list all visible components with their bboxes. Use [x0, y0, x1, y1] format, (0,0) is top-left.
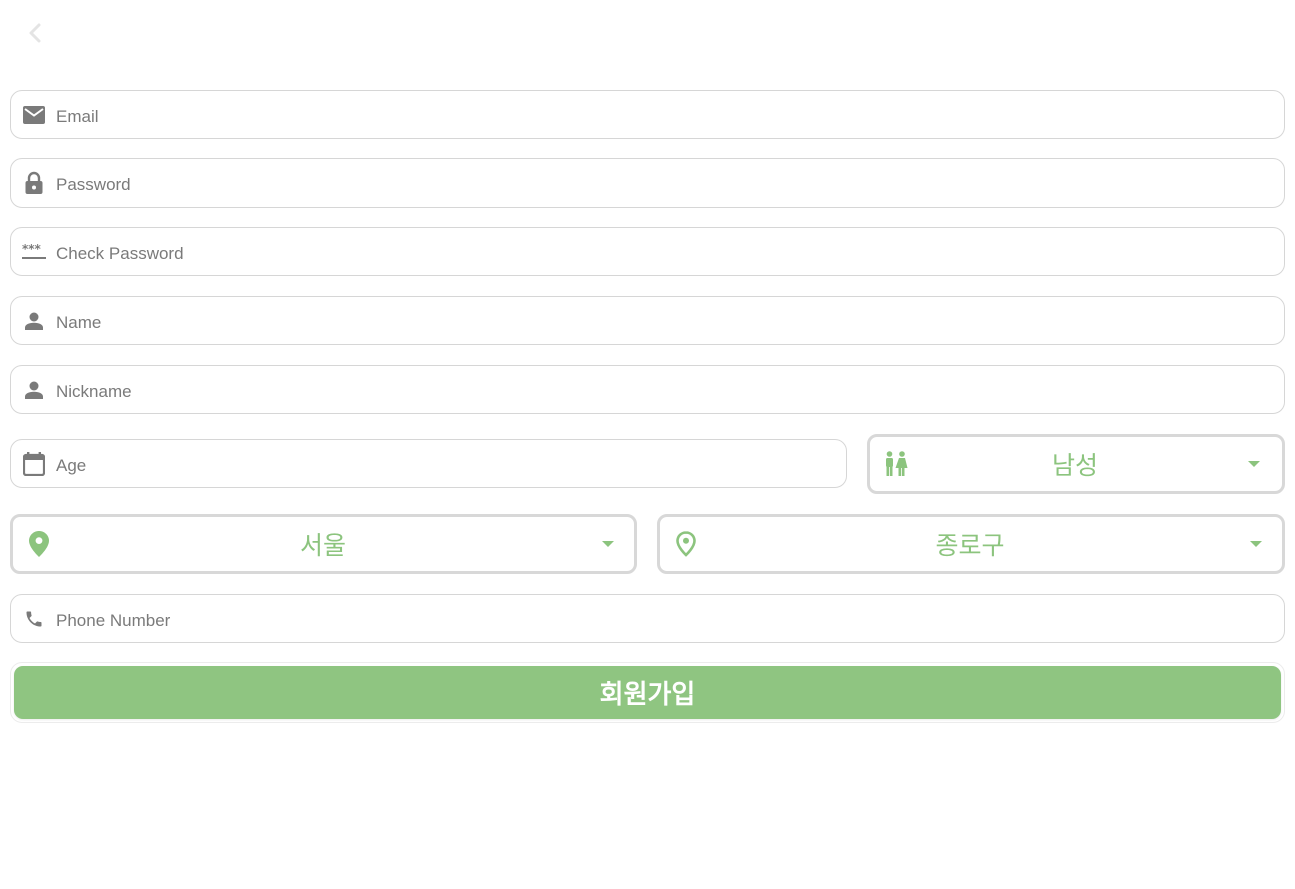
signup-button-container: 회원가입	[10, 662, 1285, 723]
city-select[interactable]: 서울	[10, 514, 637, 574]
gender-select-value: 남성	[1051, 451, 1099, 480]
check-password-field[interactable]: ***	[10, 227, 1285, 276]
check-password-input[interactable]	[56, 228, 1272, 275]
name-input[interactable]	[56, 297, 1272, 344]
password-dots-icon: ***	[22, 240, 46, 264]
district-select-value: 종로구	[935, 531, 1005, 560]
person-icon	[22, 378, 46, 402]
phone-icon	[22, 607, 46, 631]
age-field[interactable]	[10, 439, 847, 488]
lock-icon	[22, 171, 46, 195]
nickname-input[interactable]	[56, 366, 1272, 413]
district-select[interactable]: 종로구	[657, 514, 1285, 574]
email-input[interactable]	[56, 91, 1272, 138]
mail-icon	[22, 103, 46, 127]
nickname-field[interactable]	[10, 365, 1285, 414]
location-pin-filled-icon	[26, 531, 52, 557]
email-field[interactable]	[10, 90, 1285, 139]
back-button[interactable]	[22, 22, 48, 48]
age-input[interactable]	[56, 440, 834, 487]
city-select-value: 서울	[299, 531, 347, 560]
chevron-left-icon	[28, 22, 42, 49]
password-input[interactable]	[56, 159, 1272, 207]
wc-icon	[883, 451, 909, 477]
chevron-down-icon	[1248, 461, 1260, 467]
phone-field[interactable]	[10, 594, 1285, 643]
chevron-down-icon	[1250, 541, 1262, 547]
svg-text:***: ***	[22, 244, 42, 256]
person-icon	[22, 309, 46, 333]
phone-input[interactable]	[56, 595, 1272, 642]
calendar-icon	[22, 451, 46, 476]
location-pin-outline-icon	[673, 531, 699, 557]
password-field[interactable]	[10, 158, 1285, 208]
gender-select[interactable]: 남성	[867, 434, 1285, 494]
signup-button[interactable]: 회원가입	[14, 666, 1281, 719]
name-field[interactable]	[10, 296, 1285, 345]
chevron-down-icon	[602, 541, 614, 547]
